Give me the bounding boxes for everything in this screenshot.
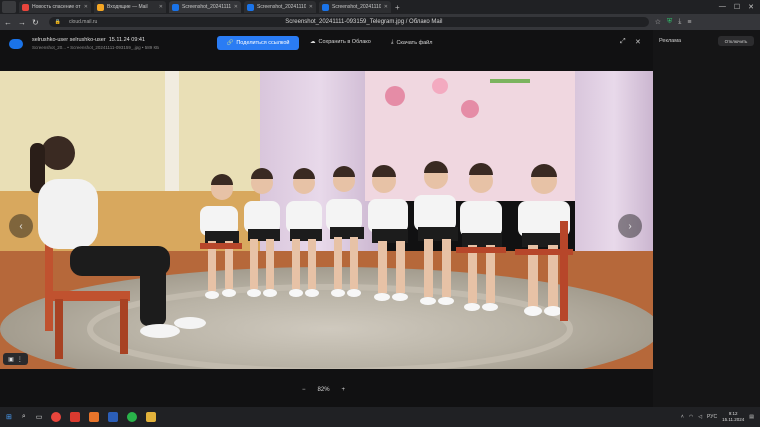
photo-image[interactable] — [0, 71, 653, 369]
browser-tab-0[interactable]: Новость спасение от ... ✕ — [19, 1, 91, 13]
url-domain: cloud.mail.ru — [68, 19, 98, 25]
divider-icon: ⋮ — [16, 356, 23, 363]
forward-icon[interactable]: → — [18, 18, 26, 27]
tab-title: Screenshot_20241110-01... — [257, 4, 306, 10]
download-label: Скачать файл — [396, 39, 433, 46]
app-icon-orange[interactable] — [89, 412, 100, 422]
close-icon[interactable]: ✕ — [384, 4, 388, 10]
save-to-cloud-button[interactable]: ☁ Сохранить в Облако — [310, 39, 371, 45]
next-image-button[interactable]: › — [618, 214, 642, 238]
new-tab-button[interactable]: + — [395, 3, 400, 12]
photo-illustration — [0, 71, 653, 369]
camera-button[interactable]: ▣ ⋮ — [3, 353, 28, 365]
tab-favicon — [172, 3, 179, 11]
prev-image-button[interactable]: ‹ — [9, 214, 33, 238]
task-view-icon[interactable]: ▭ — [36, 413, 43, 421]
download-icon: ⤓ — [391, 39, 394, 45]
system-tray: ˄ ◠ ◁ РУС 9:12 15.11.2024 ▤ — [681, 411, 760, 423]
ad-label: Реклама — [659, 38, 682, 44]
os-taskbar: ⊞ ⌕ ▭ ˄ ◠ ◁ РУС 9:12 15.11.2024 ▤ — [0, 407, 760, 427]
download-icon[interactable]: ⤓ — [678, 18, 681, 26]
share-link-button[interactable]: 🔗 Поделиться ссылкой — [217, 36, 299, 50]
tab-favicon — [247, 3, 254, 11]
folder-name: selrushko-user selrushko-user — [32, 37, 106, 43]
viewer-header: selrushko-user selrushko-user 15.11.24 0… — [0, 30, 653, 57]
lock-icon: 🔒 — [54, 19, 61, 25]
bookmark-icon[interactable]: ☆ — [655, 18, 661, 26]
tab-menu-button[interactable] — [2, 1, 16, 13]
ad-panel: Реклама Отключить — [653, 30, 760, 407]
search-icon[interactable]: ⌕ — [22, 413, 26, 421]
zoom-out-button[interactable]: − — [302, 387, 306, 393]
zoom-level: 82% — [317, 387, 330, 393]
disable-ads-button[interactable]: Отключить — [718, 36, 754, 46]
cloud-logo-icon[interactable] — [9, 38, 23, 49]
file-meta: Screenshot_20... • Screenshot_20241111-0… — [32, 45, 160, 50]
address-bar-row: ← → ↻ 🔒 cloud.mail.ru Screenshot_2024111… — [0, 14, 760, 30]
language-indicator[interactable]: РУС — [707, 414, 717, 420]
tab-favicon — [22, 3, 29, 11]
zoom-controls: − 82% + — [302, 387, 345, 393]
minimize-icon[interactable]: — — [719, 3, 726, 11]
browser-tab-1[interactable]: Входящие — Mail ✕ — [94, 1, 166, 13]
browser-tab-4[interactable]: Screenshot_20241110-01... ✕ — [319, 1, 391, 13]
close-icon[interactable]: ✕ — [84, 4, 88, 10]
zoom-in-button[interactable]: + — [342, 387, 346, 393]
maximize-icon[interactable]: ☐ — [734, 3, 740, 11]
tab-favicon — [97, 3, 104, 11]
word-icon[interactable] — [108, 412, 119, 422]
clock-date: 15.11.2024 — [722, 417, 745, 422]
close-window-icon[interactable]: ✕ — [748, 3, 754, 11]
folder-icon[interactable] — [146, 412, 157, 422]
browser-tab-2[interactable]: Screenshot_20241111-0... ✕ — [169, 1, 241, 13]
app-icon-red[interactable] — [70, 412, 81, 422]
menu-icon[interactable]: ≡ — [687, 19, 691, 26]
file-date: 15.11.24 09:41 — [108, 37, 146, 43]
close-icon[interactable]: ✕ — [159, 4, 163, 10]
tab-favicon — [322, 3, 329, 11]
browser-tab-strip: Новость спасение от ... ✕ Входящие — Mai… — [0, 0, 760, 14]
close-icon[interactable]: ✕ — [234, 4, 238, 10]
notifications-icon[interactable]: ▤ — [749, 414, 754, 420]
image-viewer: ‹ › ▣ ⋮ − 82% + — [0, 57, 653, 407]
camera-icon: ▣ — [8, 356, 14, 363]
link-icon: 🔗 — [226, 40, 234, 46]
chevron-up-icon[interactable]: ˄ — [681, 414, 684, 420]
browser-tab-3[interactable]: Screenshot_20241110-01... ✕ — [244, 1, 316, 13]
yandex-browser-icon[interactable] — [51, 412, 62, 422]
whatsapp-icon[interactable] — [127, 412, 138, 422]
tab-title: Новость спасение от ... — [32, 4, 81, 10]
clock[interactable]: 9:12 15.11.2024 — [722, 411, 744, 423]
close-icon[interactable]: ✕ — [309, 4, 313, 10]
url-field[interactable]: 🔒 cloud.mail.ru Screenshot_20241111-0931… — [48, 17, 649, 27]
back-icon[interactable]: ← — [4, 18, 12, 27]
network-icon[interactable]: ◠ — [689, 414, 693, 420]
page-title: Screenshot_20241111-093159_Telegram.jpg … — [285, 19, 443, 25]
download-file-button[interactable]: ⤓ Скачать файл — [391, 39, 432, 46]
fullscreen-icon[interactable]: ⤢ — [620, 38, 626, 46]
tab-title: Входящие — Mail — [107, 4, 148, 10]
cloud-save-icon: ☁ — [310, 39, 316, 45]
file-owner-date: selrushko-user selrushko-user 15.11.24 0… — [32, 37, 159, 43]
file-info: selrushko-user selrushko-user 15.11.24 0… — [32, 37, 159, 50]
tab-title: Screenshot_20241111-0... — [182, 4, 231, 10]
start-icon[interactable]: ⊞ — [6, 413, 12, 421]
volume-icon[interactable]: ◁ — [698, 414, 702, 420]
reload-icon[interactable]: ↻ — [32, 18, 39, 27]
shield-icon[interactable]: ⛨ — [667, 18, 672, 26]
window-controls: — ☐ ✕ — [719, 3, 760, 11]
share-link-label: Поделиться ссылкой — [236, 40, 290, 46]
save-to-cloud-label: Сохранить в Облако — [318, 39, 371, 45]
tab-title: Screenshot_20241110-01... — [332, 4, 381, 10]
close-viewer-icon[interactable]: ✕ — [635, 38, 641, 46]
